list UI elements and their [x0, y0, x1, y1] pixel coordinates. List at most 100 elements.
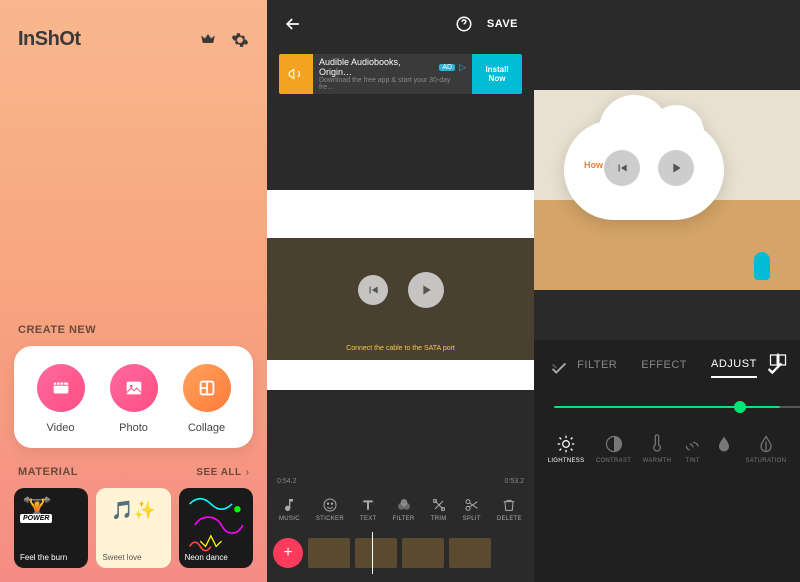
adjust-contrast[interactable]: CONTRAST — [596, 434, 631, 464]
music-art: 🎵✨ — [96, 500, 170, 521]
playhead[interactable] — [372, 532, 373, 574]
tool-label: DELETE — [497, 516, 522, 522]
create-collage-button[interactable]: Collage — [183, 364, 231, 434]
back-icon[interactable] — [283, 14, 303, 34]
adjust-label: SATURATION — [745, 458, 786, 464]
tool-label: MUSIC — [279, 516, 300, 522]
material-item-sweetlove[interactable]: 🎵✨ Sweet love — [96, 488, 170, 568]
cancel-icon[interactable] — [548, 357, 570, 379]
adjust-label: LIGHTNESS — [548, 458, 585, 464]
timeline-thumb[interactable] — [355, 538, 397, 568]
tool-label: TRIM — [431, 516, 447, 522]
help-icon[interactable] — [455, 15, 473, 33]
ad-banner[interactable]: Audible Audiobooks, Origin… AD ▷ Downloa… — [279, 54, 522, 94]
ad-title-row: Audible Audiobooks, Origin… AD ▷ — [319, 57, 466, 77]
video-frame: Connect the cable to the SATA port — [267, 190, 534, 390]
see-all-button[interactable]: SEE ALL › — [196, 467, 249, 478]
tool-label: TEXT — [360, 516, 377, 522]
playback-controls — [604, 150, 694, 186]
tool-sticker[interactable]: STICKER — [316, 497, 344, 522]
adjust-preview[interactable]: How c — [534, 0, 800, 340]
create-label: Photo — [119, 422, 148, 434]
tool-trim[interactable]: TRIM — [431, 497, 447, 522]
time-end: 0:53.2 — [505, 478, 524, 485]
ad-subtitle: Download the free app & start your 30-da… — [319, 77, 466, 91]
adjust-options: LIGHTNESS CONTRAST WARMTH TINT SATURATIO… — [534, 422, 800, 484]
timeline-thumb[interactable] — [449, 538, 491, 568]
create-video-button[interactable]: Video — [37, 364, 85, 434]
adjust-warmth[interactable]: WARMTH — [643, 434, 672, 464]
photo-icon — [110, 364, 158, 412]
tab-adjust[interactable]: ADJUST — [711, 358, 757, 378]
adjust-slider[interactable] — [534, 388, 800, 422]
slider-knob[interactable] — [734, 401, 746, 413]
tool-label: SPLIT — [463, 516, 481, 522]
tool-split[interactable]: SPLIT — [463, 497, 481, 522]
tool-filter[interactable]: FILTER — [393, 497, 415, 522]
adjust-tint[interactable]: TINT — [683, 434, 703, 464]
editor-panel: SAVE Audible Audiobooks, Origin… AD ▷ Do… — [267, 0, 534, 582]
tab-filter[interactable]: FILTER — [577, 359, 617, 377]
tool-text[interactable]: TEXT — [360, 497, 377, 522]
material-item-neon[interactable]: Neon dance — [179, 488, 253, 568]
header-icons — [199, 31, 249, 49]
add-clip-button[interactable]: + — [273, 538, 303, 568]
prev-button[interactable] — [604, 150, 640, 186]
adjust-label: WARMTH — [643, 458, 672, 464]
materials-row: 🏋️ POWER Feel the burn 🎵✨ Sweet love Neo… — [0, 488, 267, 582]
video-preview[interactable]: Connect the cable to the SATA port — [267, 104, 534, 476]
material-label: MATERIAL — [18, 466, 78, 478]
ad-icon — [279, 54, 313, 94]
video-content — [267, 238, 534, 360]
timeline-thumb[interactable] — [402, 538, 444, 568]
adjust-panel: How c FILTER EFFECT ADJUST — [534, 0, 800, 582]
editor-toolbar: MUSIC STICKER TEXT FILTER TRIM SPLIT DEL… — [267, 487, 534, 528]
prev-button[interactable] — [358, 275, 388, 305]
create-photo-button[interactable]: Photo — [110, 364, 158, 434]
ad-cta-button[interactable]: Install Now — [472, 54, 522, 94]
neon-art — [179, 488, 253, 562]
play-button[interactable] — [658, 150, 694, 186]
video-icon — [37, 364, 85, 412]
adjust-lightness[interactable]: LIGHTNESS — [548, 434, 585, 464]
editor-header: SAVE — [267, 0, 534, 48]
tool-label: STICKER — [316, 516, 344, 522]
adjust-label: CONTRAST — [596, 458, 631, 464]
tool-delete[interactable]: DELETE — [497, 497, 522, 522]
adjust-saturation[interactable]: SATURATION — [745, 434, 786, 464]
ad-badge: AD — [439, 64, 455, 71]
ad-title: Audible Audiobooks, Origin… — [319, 57, 435, 77]
time-display: 0:54.2 0:53.2 — [267, 476, 534, 487]
create-new-card: Video Photo Collage — [14, 346, 253, 448]
tool-label: FILTER — [393, 516, 415, 522]
chevron-right-icon: › — [246, 467, 249, 478]
inshot-home-panel: InShOt CREATE NEW Video Photo — [0, 0, 267, 582]
material-header: MATERIAL SEE ALL › — [0, 466, 267, 488]
tool-music[interactable]: MUSIC — [279, 497, 300, 522]
ad-body: Audible Audiobooks, Origin… AD ▷ Downloa… — [313, 54, 472, 94]
home-header: InShOt — [0, 0, 267, 51]
slider-track — [554, 406, 780, 408]
confirm-icon[interactable] — [764, 357, 786, 379]
figure-decoration — [754, 252, 770, 280]
timeline[interactable]: + — [267, 528, 534, 582]
ad-play-icon: ▷ — [459, 62, 466, 73]
create-label: Video — [47, 422, 75, 434]
collage-icon — [183, 364, 231, 412]
material-label: Feel the burn — [20, 553, 82, 562]
material-item-power[interactable]: 🏋️ POWER Feel the burn — [14, 488, 88, 568]
adjust-drop[interactable] — [714, 434, 734, 464]
settings-icon[interactable] — [231, 31, 249, 49]
create-new-label: CREATE NEW — [0, 324, 267, 346]
see-all-text: SEE ALL — [196, 467, 241, 478]
create-label: Collage — [188, 422, 225, 434]
app-logo: InShOt — [18, 28, 81, 51]
time-start: 0:54.2 — [277, 478, 296, 485]
save-button[interactable]: SAVE — [487, 18, 518, 30]
tab-effect[interactable]: EFFECT — [641, 359, 687, 377]
power-badge: POWER — [20, 514, 52, 523]
adjust-label: TINT — [685, 458, 700, 464]
timeline-thumb[interactable] — [308, 538, 350, 568]
play-button[interactable] — [408, 272, 444, 308]
crown-icon[interactable] — [199, 31, 217, 49]
